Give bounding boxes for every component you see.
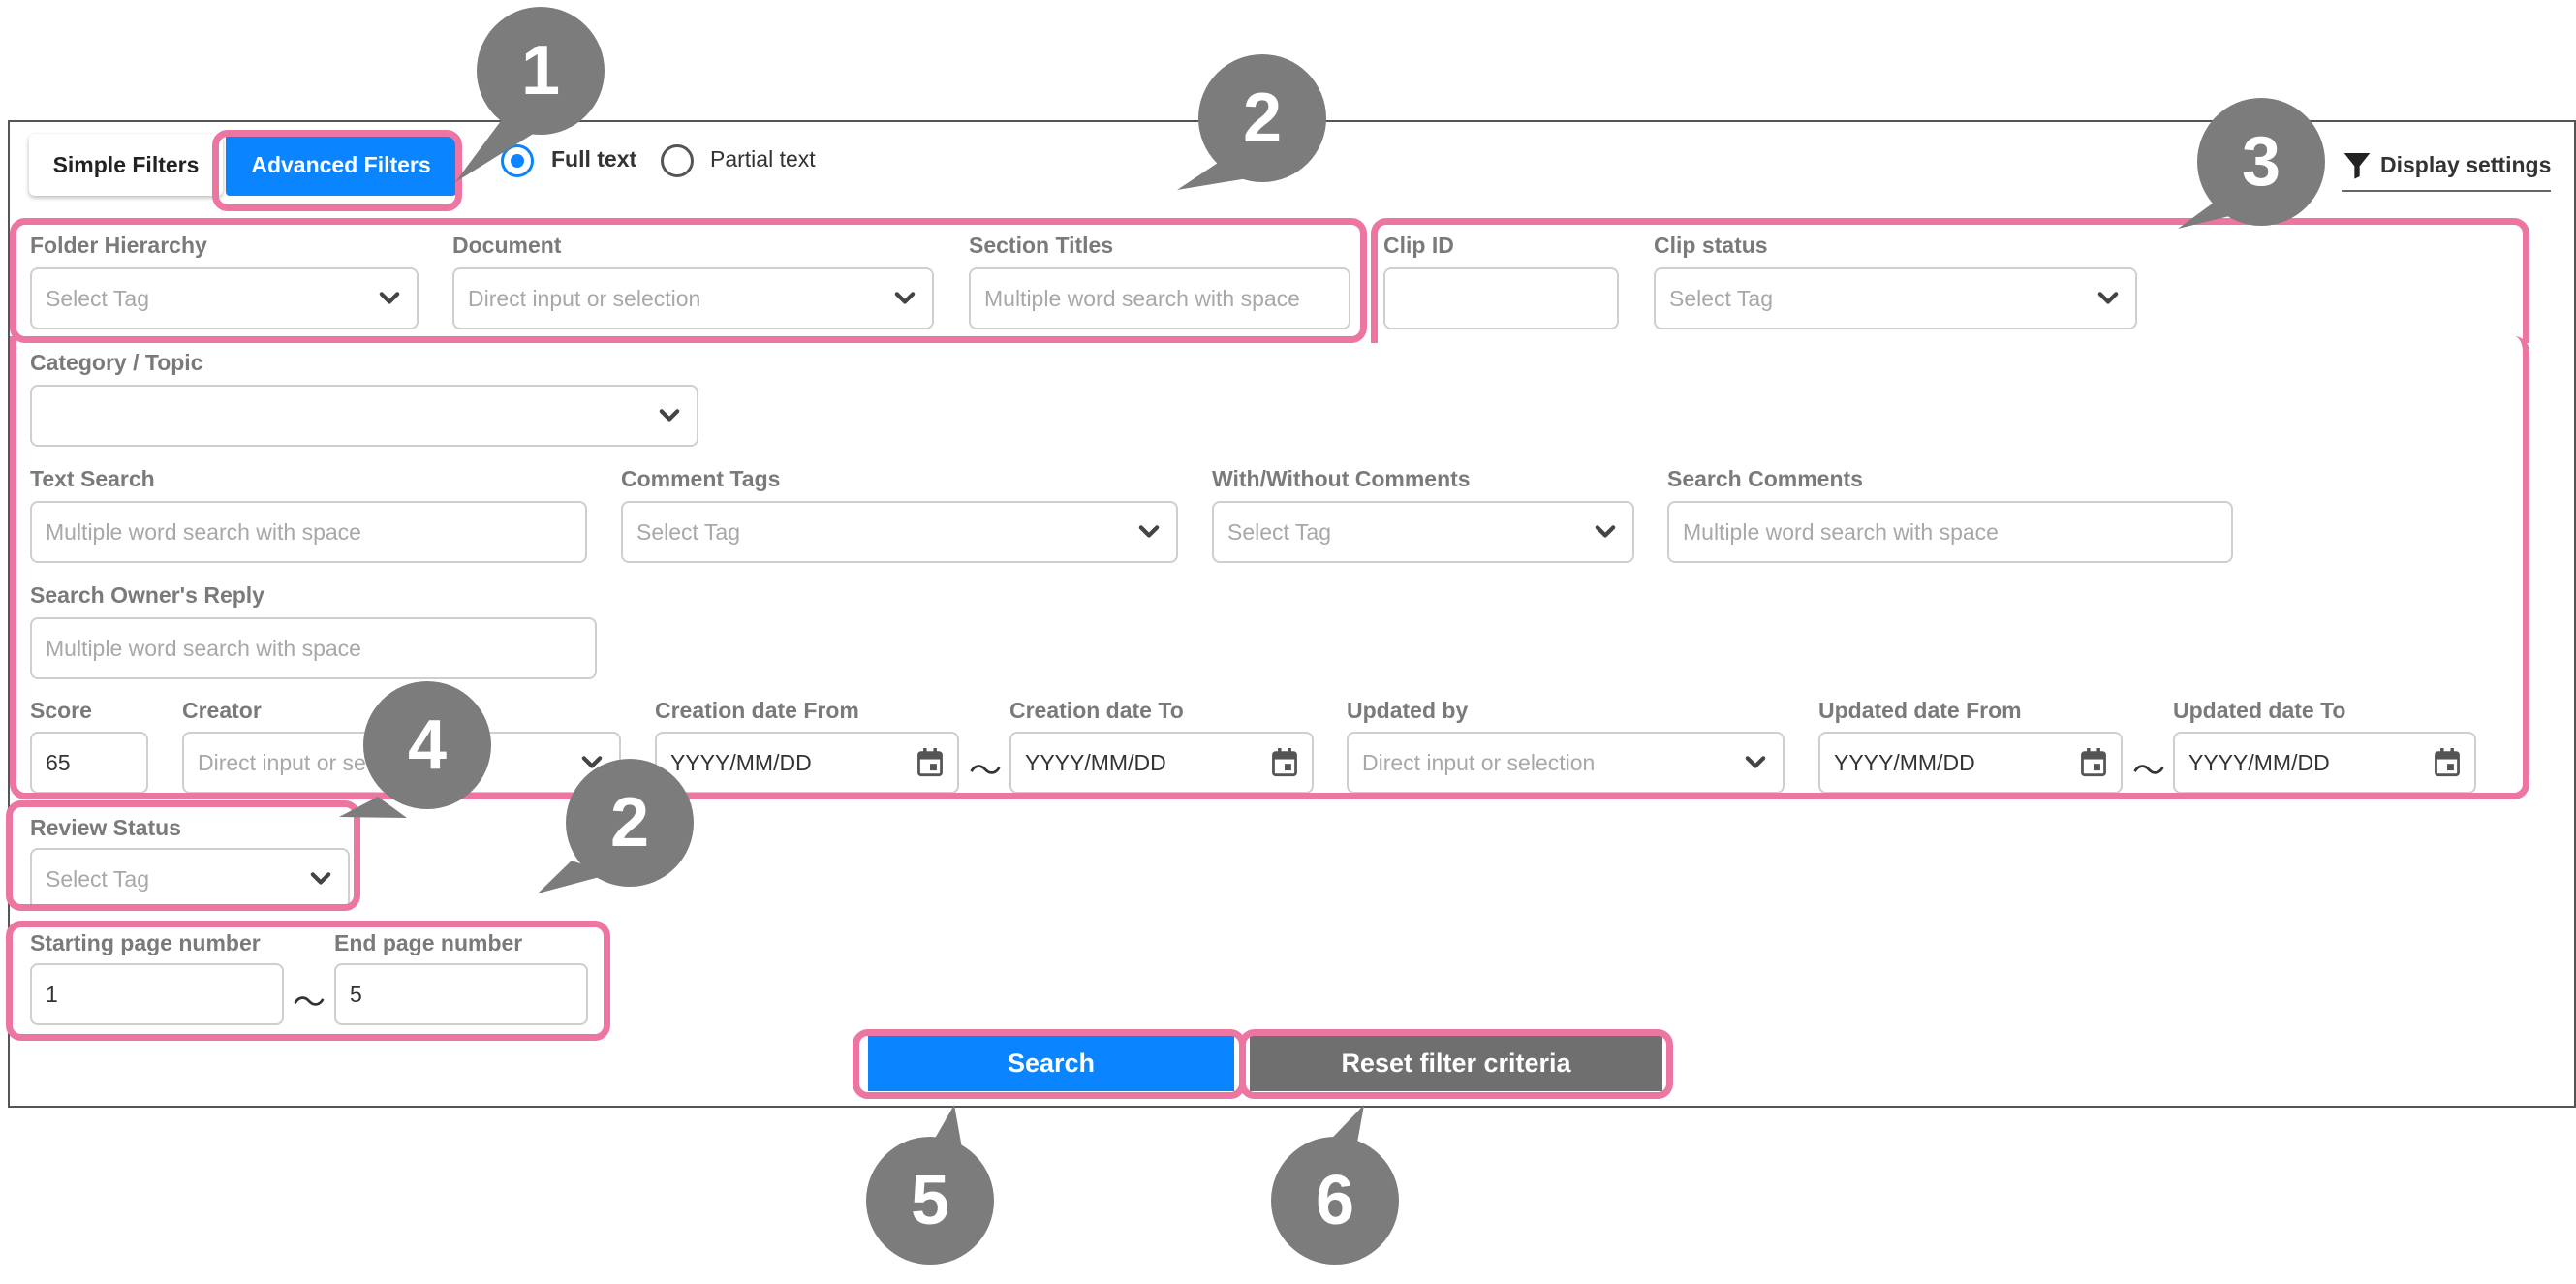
callout-4: 4	[363, 681, 491, 809]
callout-2: 2	[1198, 54, 1326, 182]
callout-pointers	[339, 107, 2265, 1159]
callout-2-second: 2	[566, 759, 694, 887]
callout-3: 3	[2197, 98, 2325, 226]
callout-6: 6	[1271, 1137, 1399, 1265]
callout-5: 5	[866, 1137, 994, 1265]
callout-1: 1	[477, 7, 605, 135]
